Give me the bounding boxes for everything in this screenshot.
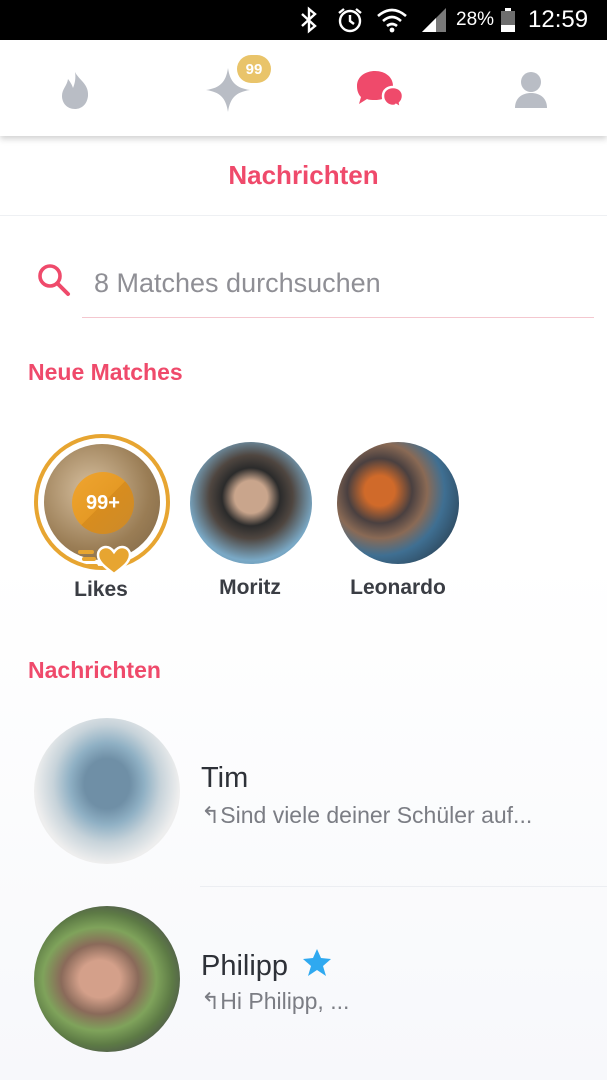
likes-count-badge: 99 [237,55,271,83]
chat-bubbles-icon[interactable] [347,58,411,122]
message-preview: ↰Sind viele deiner Schüler auf... [201,802,533,828]
match-name: Moritz [219,576,281,599]
top-navigation: 99 [0,40,607,136]
likes-tile[interactable]: 99+ [34,434,170,576]
star-verified-icon [302,948,332,986]
likes-count: 99+ [72,472,134,534]
status-bar: 28% 12:59 [0,0,607,40]
avatar[interactable] [34,718,180,864]
contact-name: Tim [201,762,249,794]
page-title: Nachrichten [228,160,379,190]
wifi-icon [376,0,408,40]
flame-icon[interactable] [43,58,107,122]
battery-percent: 28% [456,9,495,30]
message-preview: ↰Hi Philipp, ... [201,988,350,1014]
search-input[interactable] [82,250,594,318]
contact-name: Philipp [201,950,289,982]
divider [200,886,607,887]
contact-name-row: Philipp [201,948,332,986]
likes-label: Likes [74,578,128,601]
search-icon[interactable] [36,262,72,298]
list-item[interactable]: Philipp ↰Hi Philipp, ... [0,898,607,1068]
signal-icon [420,0,448,40]
list-item[interactable]: Tim ↰Sind viele deiner Schüler auf... [0,710,607,880]
avatar[interactable] [190,442,312,564]
clock: 12:59 [528,6,589,33]
profile-icon[interactable] [499,58,563,122]
page-header: Nachrichten [0,136,607,216]
battery-icon [500,0,516,40]
bluetooth-icon [298,0,320,40]
new-matches-heading: Neue Matches [28,359,183,385]
messages-heading: Nachrichten [28,657,161,683]
avatar[interactable] [34,906,180,1052]
heart-speed-icon [78,542,132,581]
alarm-icon [336,0,364,40]
avatar[interactable] [337,442,459,564]
match-name: Leonardo [350,576,446,599]
